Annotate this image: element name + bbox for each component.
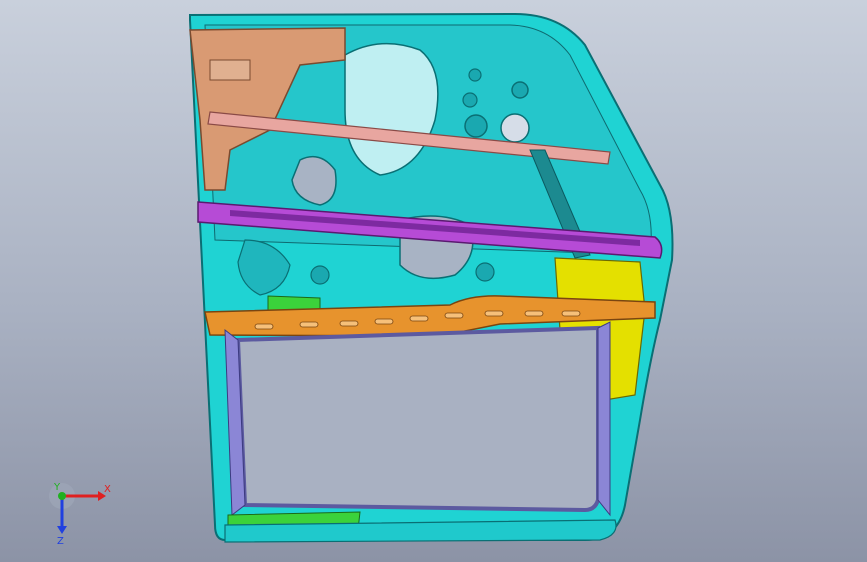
triad-y-label: Y <box>53 482 61 493</box>
orientation-triad[interactable]: X Z Y <box>40 478 120 548</box>
door-assembly-model[interactable] <box>0 0 867 562</box>
mount-hole-4[interactable] <box>462 92 478 108</box>
window-opening[interactable] <box>235 325 600 513</box>
mount-hole-5[interactable] <box>468 68 482 82</box>
triad-x-label: X <box>104 484 111 495</box>
mount-hole-1[interactable] <box>500 113 530 143</box>
triad-z-arrow-icon <box>57 526 67 534</box>
triad-y-axis-icon <box>58 492 66 500</box>
graphics-viewport[interactable]: X Z Y <box>0 0 867 562</box>
hinge-plate[interactable] <box>209 59 251 81</box>
window-frame-right[interactable] <box>597 321 611 517</box>
mount-hole-3[interactable] <box>511 81 529 99</box>
mount-hole-7[interactable] <box>475 262 495 282</box>
mount-hole-2[interactable] <box>464 114 488 138</box>
triad-z-label: Z <box>57 536 64 547</box>
mount-hole-6[interactable] <box>310 265 330 285</box>
